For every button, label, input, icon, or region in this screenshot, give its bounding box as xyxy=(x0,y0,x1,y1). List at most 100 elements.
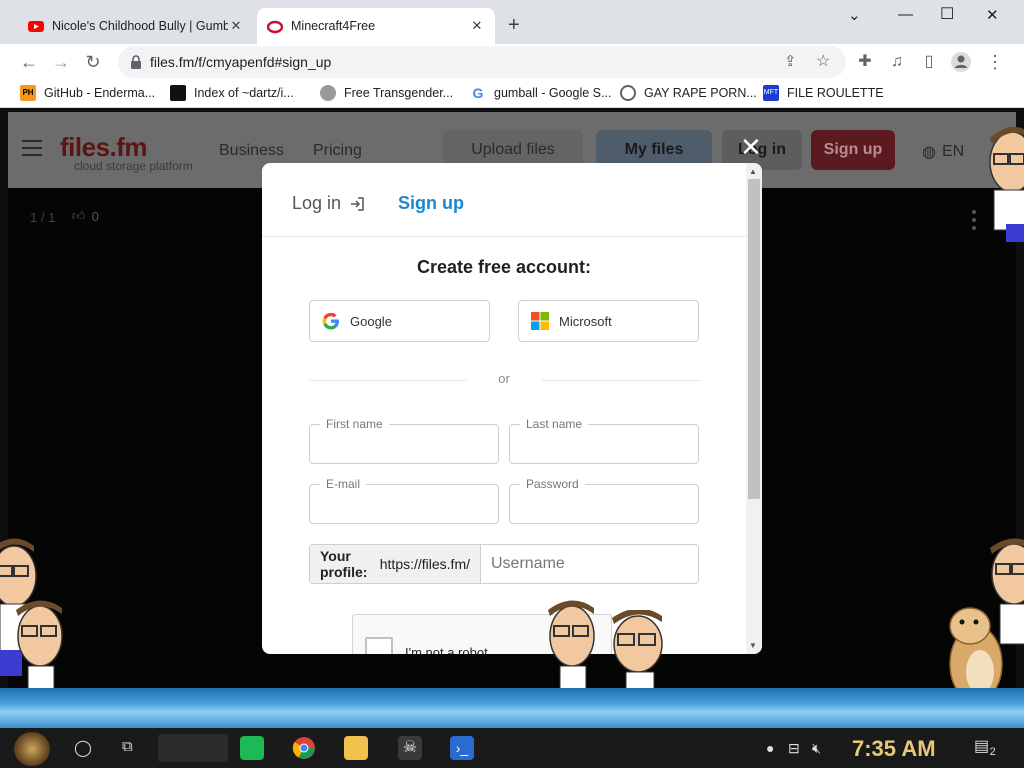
terminal-icon[interactable]: ›_ xyxy=(450,736,474,760)
forward-arrow-icon[interactable]: → xyxy=(50,51,72,73)
modal-tabs: Log in Sign up xyxy=(262,163,746,237)
globe-icon: ◍ xyxy=(922,144,936,161)
youtube-icon xyxy=(28,21,44,32)
back-arrow-icon[interactable]: ← xyxy=(18,51,40,73)
signup-button[interactable]: Sign up xyxy=(811,130,895,170)
volume-muted-icon[interactable]: 🔇︎ xyxy=(812,740,821,757)
password-label: Password xyxy=(520,477,585,491)
files-fm-icon xyxy=(267,20,283,34)
modal-title: Create free account: xyxy=(416,257,592,277)
like-button[interactable]: 👍︎ 0 xyxy=(72,208,99,224)
recaptcha-checkbox[interactable] xyxy=(365,637,393,654)
skull-app-icon[interactable]: ☠ xyxy=(398,736,422,760)
tab-youtube[interactable]: Nicole's Childhood Bully | Gumb ✕ xyxy=(18,8,254,44)
address-bar[interactable]: files.fm/f/cmyapenfd#sign_up ⇪ ☆ xyxy=(118,46,846,78)
login-arrow-icon xyxy=(351,196,364,211)
more-options-icon[interactable] xyxy=(972,210,976,234)
signup-modal: Log in Sign up Create free account: Goog… xyxy=(262,163,762,654)
tray-app-icon[interactable]: ● xyxy=(766,740,774,756)
scroll-up-icon[interactable]: ▲ xyxy=(749,167,757,176)
google-signin-button[interactable]: Google xyxy=(309,300,490,342)
url-text: files.fm/f/cmyapenfd#sign_up xyxy=(150,54,332,70)
logo-tagline: cloud storage platform xyxy=(74,159,193,173)
media-queue-icon[interactable]: ♫ xyxy=(886,51,908,73)
profile-url-prefix: https://files.fm/ xyxy=(377,545,481,583)
taskbar-search-box[interactable] xyxy=(158,734,228,762)
search-icon[interactable]: ◯ xyxy=(74,738,92,758)
bookmark-file-roulette[interactable]: MFT FILE ROULETTE xyxy=(763,85,884,101)
divider-right xyxy=(542,380,700,381)
bookmark-label: FILE ROULETTE xyxy=(787,86,884,100)
last-name-field[interactable]: Last name xyxy=(509,417,699,464)
start-button[interactable] xyxy=(14,732,50,766)
google-icon xyxy=(322,312,339,330)
nav-business[interactable]: Business xyxy=(219,142,284,160)
microsoft-signin-button[interactable]: Microsoft xyxy=(518,300,699,342)
username-input[interactable] xyxy=(481,545,698,583)
tab-login[interactable]: Log in xyxy=(292,193,365,214)
bookmark-free-transgender[interactable]: Free Transgender... xyxy=(320,85,453,101)
reload-icon[interactable]: ↻ xyxy=(82,51,104,73)
browser-toolbar: ← → ↻ files.fm/f/cmyapenfd#sign_up ⇪ ☆ ✚… xyxy=(0,44,1024,80)
maximize-icon[interactable]: ☐ xyxy=(940,4,954,24)
close-tab-icon[interactable]: ✕ xyxy=(469,18,485,34)
task-view-icon[interactable]: ⧉ xyxy=(122,738,133,755)
email-field[interactable]: E-mail xyxy=(309,477,499,524)
profile-url-field: Your profile: https://files.fm/ xyxy=(309,544,699,584)
hat-icon xyxy=(320,85,336,101)
side-panel-icon[interactable]: ▯ xyxy=(918,51,940,73)
system-clock[interactable]: 7:35 AM xyxy=(852,736,936,762)
bookmark-label: gumball - Google S... xyxy=(494,86,612,100)
microsoft-label: Microsoft xyxy=(559,313,612,329)
notification-count: 2 xyxy=(989,746,996,758)
profile-avatar-icon[interactable] xyxy=(950,51,972,73)
bookmark-globe[interactable]: GAY RAPE PORN... xyxy=(620,85,757,101)
bookmark-label: Index of ~dartz/i... xyxy=(194,86,294,100)
close-tab-icon[interactable]: ✕ xyxy=(228,18,244,34)
close-window-icon[interactable]: ✕ xyxy=(986,6,999,24)
tab-search-icon[interactable]: ⌄ xyxy=(848,6,861,24)
new-tab-button[interactable]: + xyxy=(508,14,520,37)
lock-icon xyxy=(131,55,141,69)
hamburger-menu-icon[interactable] xyxy=(22,140,42,161)
notifications-icon[interactable]: ▤ 2 xyxy=(974,736,1000,758)
recaptcha-label: I'm not a robot xyxy=(405,645,488,654)
nav-pricing[interactable]: Pricing xyxy=(313,142,362,160)
language-selector[interactable]: ◍ EN xyxy=(922,142,964,162)
scrollbar-thumb[interactable] xyxy=(748,179,760,499)
password-field[interactable]: Password xyxy=(509,477,699,524)
ph-icon: PH xyxy=(20,85,36,101)
minimize-icon[interactable]: — xyxy=(898,6,913,23)
first-name-label: First name xyxy=(320,417,389,431)
files-fm-logo[interactable]: files.fm cloud storage platform xyxy=(60,132,193,173)
tab-minecraft4free[interactable]: Minecraft4Free ✕ xyxy=(257,8,495,44)
scroll-down-icon[interactable]: ▼ xyxy=(749,641,757,650)
language-label: EN xyxy=(941,143,965,160)
share-icon[interactable]: ⇪ xyxy=(784,52,797,70)
bookmark-label: GAY RAPE PORN... xyxy=(644,86,757,100)
bookmark-label: GitHub - Enderma... xyxy=(44,86,156,100)
email-label: E-mail xyxy=(320,477,367,491)
bookmark-github[interactable]: PH GitHub - Enderma... xyxy=(20,85,155,101)
mft-icon: MFT xyxy=(763,85,779,101)
notification-bubble-icon: ▤ xyxy=(974,738,990,755)
extensions-icon[interactable]: ✚ xyxy=(854,51,876,73)
chat-app-icon[interactable] xyxy=(240,736,264,760)
bookmark-star-icon[interactable]: ☆ xyxy=(816,51,830,71)
globe-icon xyxy=(620,85,636,101)
pixel-icon xyxy=(170,85,186,101)
file-explorer-icon[interactable] xyxy=(344,736,368,760)
tab-title: Minecraft4Free xyxy=(291,19,376,33)
bookmark-index[interactable]: Index of ~dartz/i... xyxy=(170,85,294,101)
first-name-field[interactable]: First name xyxy=(309,417,499,464)
chrome-icon[interactable] xyxy=(292,736,316,760)
bookmark-gumball[interactable]: G gumball - Google S... xyxy=(470,85,612,101)
tab-signup[interactable]: Sign up xyxy=(398,193,464,214)
cartoon-character-icon xyxy=(989,127,1024,242)
bookmarks-bar: PH GitHub - Enderma... Index of ~dartz/i… xyxy=(0,80,1024,108)
microsoft-icon xyxy=(531,312,549,330)
modal-close-button[interactable]: ✕ xyxy=(740,134,762,160)
thumbs-up-icon: 👍︎ xyxy=(72,208,86,223)
network-icon[interactable]: ⊟ xyxy=(788,740,800,757)
menu-kebab-icon[interactable]: ⋮ xyxy=(984,51,1006,73)
